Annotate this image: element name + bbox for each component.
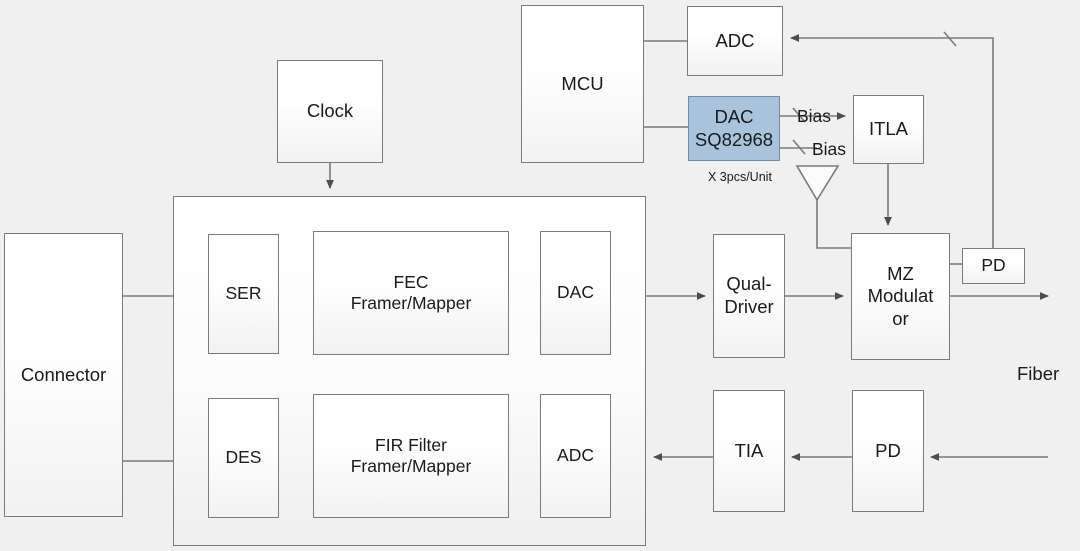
block-adc-top[interactable]: ADC xyxy=(687,6,783,76)
block-connector[interactable]: Connector xyxy=(4,233,123,517)
block-adc-top-label: ADC xyxy=(715,29,755,51)
block-mcu-label: MCU xyxy=(561,72,604,94)
block-fec-framer-mapper[interactable]: FEC Framer/Mapper xyxy=(313,231,509,355)
block-qual-driver[interactable]: Qual- Driver xyxy=(713,234,785,358)
block-ser-label: SER xyxy=(225,283,262,304)
block-mz-label-line3: or xyxy=(892,307,909,329)
block-fir-label-line2: Framer/Mapper xyxy=(350,456,472,476)
block-module-adc[interactable]: ADC xyxy=(540,394,611,518)
block-module-dac[interactable]: DAC xyxy=(540,231,611,355)
block-pd-receiver-label: PD xyxy=(875,439,901,461)
block-itla[interactable]: ITLA xyxy=(853,95,924,164)
block-clock[interactable]: Clock xyxy=(277,60,383,163)
block-mz-modulator[interactable]: MZ Modulat or xyxy=(851,233,950,360)
block-des-label: DES xyxy=(225,447,262,468)
bias-label-upper: Bias xyxy=(797,106,832,126)
block-connector-label: Connector xyxy=(20,363,107,385)
fiber-label: Fiber xyxy=(1017,363,1060,384)
block-qual-driver-label-line2: Driver xyxy=(724,296,774,317)
block-tia-label: TIA xyxy=(734,439,764,461)
block-mcu[interactable]: MCU xyxy=(521,5,644,163)
block-fir-framer-mapper[interactable]: FIR Filter Framer/Mapper xyxy=(313,394,509,518)
block-module-dac-label: DAC xyxy=(557,282,594,303)
amplifier-triangle xyxy=(795,165,840,202)
bus-slash-adc xyxy=(943,31,957,47)
block-dac-label-line1: DAC xyxy=(714,105,754,127)
block-fec-label-line2: Framer/Mapper xyxy=(350,293,472,313)
dac-quantity-note: X 3pcs/Unit xyxy=(708,170,772,184)
block-des[interactable]: DES xyxy=(208,398,279,518)
block-tia[interactable]: TIA xyxy=(713,390,785,512)
block-mz-label-line2: Modulat xyxy=(867,285,934,307)
block-pd-monitor-label: PD xyxy=(981,255,1006,276)
block-qual-driver-label-line1: Qual- xyxy=(726,273,772,295)
bias-label-lower: Bias xyxy=(812,139,847,159)
block-clock-label: Clock xyxy=(306,100,354,122)
block-diagram-canvas: Connector Clock SER FEC Framer/Mapper DA… xyxy=(0,0,1080,551)
block-fec-label-line1: FEC xyxy=(393,271,429,292)
block-mz-label-line1: MZ xyxy=(887,262,914,284)
block-fir-label-line1: FIR Filter xyxy=(375,434,447,455)
block-module-adc-label: ADC xyxy=(557,445,594,466)
block-dac-sq82968[interactable]: DAC SQ82968 xyxy=(688,96,780,161)
bus-slash-bias-lower xyxy=(792,139,806,155)
block-pd-receiver[interactable]: PD xyxy=(852,390,924,512)
block-pd-monitor[interactable]: PD xyxy=(962,248,1025,284)
block-dac-label-line2: SQ82968 xyxy=(694,128,774,150)
wire-amp-to-mz xyxy=(816,200,851,249)
block-ser[interactable]: SER xyxy=(208,234,279,354)
block-itla-label: ITLA xyxy=(868,118,909,140)
